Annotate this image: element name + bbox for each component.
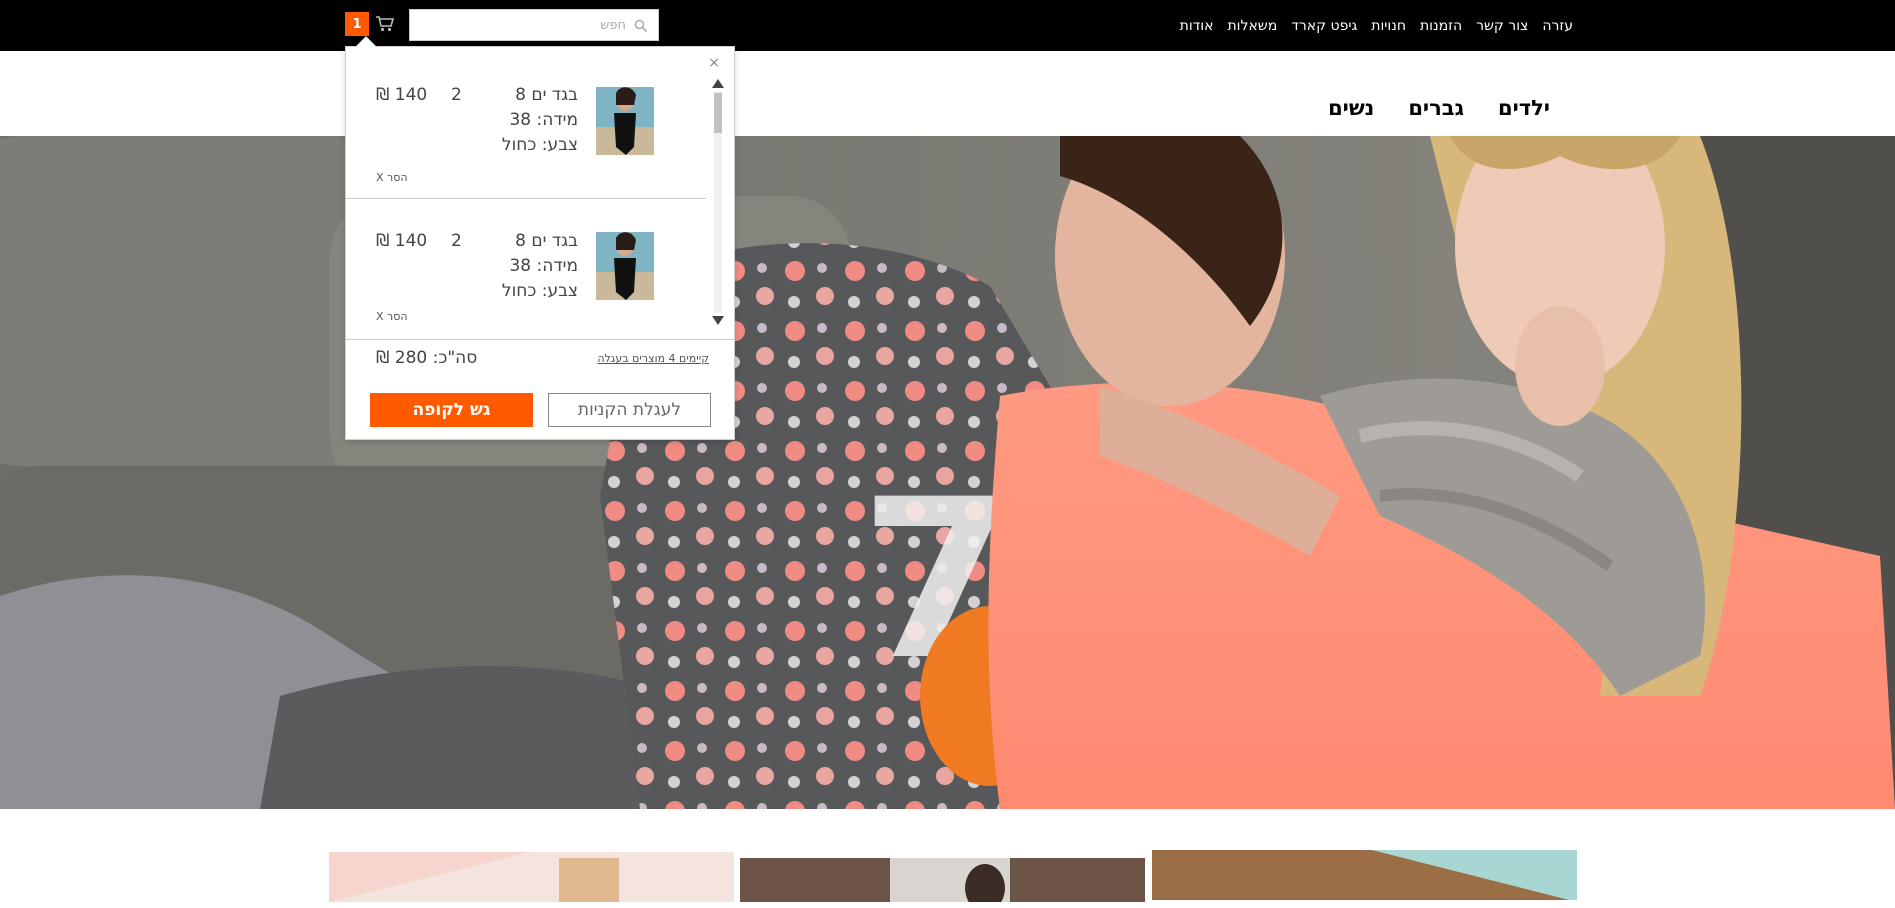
main-nav: נשים גברים ילדים bbox=[1328, 96, 1550, 120]
cart-item-name: בגד ים 8 bbox=[515, 231, 578, 251]
mainnav-women[interactable]: נשים bbox=[1328, 96, 1374, 120]
shopping-cart-icon[interactable] bbox=[375, 15, 395, 33]
view-cart-button[interactable]: לעגלת הקניות bbox=[548, 393, 711, 427]
cart-popup-scrollbar[interactable] bbox=[711, 79, 724, 325]
topnav-wishlist[interactable]: משאלות bbox=[1227, 18, 1277, 34]
cart-item-name: בגד ים 8 bbox=[515, 85, 578, 105]
cart-popup-arrow bbox=[356, 37, 376, 47]
cart-item-price: 140 ₪ bbox=[376, 231, 428, 251]
cart-item-quantity: 2 bbox=[451, 231, 462, 251]
header bbox=[0, 51, 1895, 136]
scroll-down-arrow-icon[interactable] bbox=[712, 316, 724, 325]
topnav-help[interactable]: עזרה bbox=[1542, 18, 1573, 34]
category-tile-kids[interactable] bbox=[1152, 850, 1577, 900]
cart-item: בגד ים 8 מידה: 38 צבע: כחול 2 140 ₪ הסר … bbox=[346, 47, 706, 197]
cart-item-quantity: 2 bbox=[451, 85, 462, 105]
cart-item-price: 140 ₪ bbox=[376, 85, 428, 105]
scroll-up-arrow-icon[interactable] bbox=[712, 79, 724, 88]
cart-item-remove-link[interactable]: הסר X bbox=[376, 310, 408, 323]
cart-count-badge[interactable]: 1 bbox=[345, 12, 369, 36]
cart-more-items-link[interactable]: קיימים 4 מוצרים בעגלה bbox=[597, 352, 709, 365]
topnav-gift-card[interactable]: גיפט קארד bbox=[1291, 18, 1357, 34]
cart-popup-close-button[interactable]: × bbox=[708, 55, 720, 71]
cart-item-size: מידה: 38 bbox=[509, 110, 578, 130]
mainnav-men[interactable]: גברים bbox=[1408, 96, 1464, 120]
hero-banner-image[interactable]: 7 bbox=[0, 136, 1895, 809]
category-tile-men[interactable] bbox=[740, 858, 1145, 908]
cart-item-color: צבע: כחול bbox=[501, 281, 578, 301]
checkout-button[interactable]: גש לקופה bbox=[370, 393, 533, 427]
cart-item: בגד ים 8 מידה: 38 צבע: כחול 2 140 ₪ הסר … bbox=[346, 193, 706, 333]
cart-total-divider bbox=[346, 339, 734, 340]
topnav-about[interactable]: אודות bbox=[1180, 18, 1214, 34]
top-nav: אודות משאלות גיפט קארד חנויות הזמנות צור… bbox=[1180, 0, 1573, 51]
cart-item-image[interactable] bbox=[596, 87, 654, 155]
cart-popup: × בגד ים 8 מידה: 38 צבע: כחול 2 140 ₪ הס… bbox=[345, 46, 735, 440]
search-input[interactable] bbox=[446, 17, 626, 33]
search-icon[interactable] bbox=[634, 18, 648, 33]
cart-item-color: צבע: כחול bbox=[501, 135, 578, 155]
cart-item-size: מידה: 38 bbox=[509, 256, 578, 276]
cart-total: סה"כ: 280 ₪ bbox=[376, 348, 478, 368]
search-box bbox=[409, 9, 659, 41]
cart-item-image[interactable] bbox=[596, 232, 654, 300]
category-tile-women[interactable] bbox=[329, 852, 734, 902]
topnav-contact[interactable]: צור קשר bbox=[1476, 18, 1528, 34]
mainnav-kids[interactable]: ילדים bbox=[1498, 96, 1550, 120]
top-bar: אודות משאלות גיפט קארד חנויות הזמנות צור… bbox=[0, 0, 1895, 51]
topnav-stores[interactable]: חנויות bbox=[1371, 18, 1406, 34]
cart-item-remove-link[interactable]: הסר X bbox=[376, 171, 408, 184]
scrollbar-thumb[interactable] bbox=[714, 93, 722, 133]
topnav-orders[interactable]: הזמנות bbox=[1420, 18, 1462, 34]
